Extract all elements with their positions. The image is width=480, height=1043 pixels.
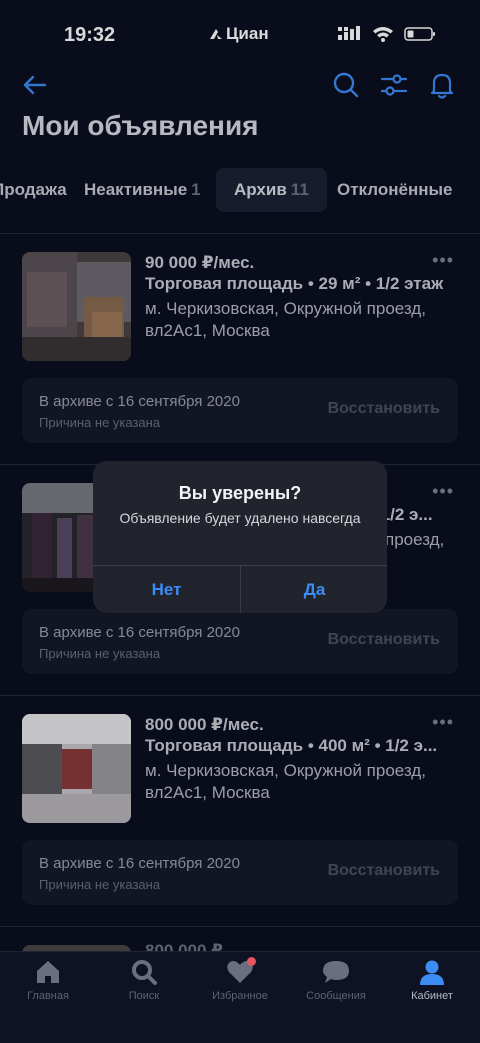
tabbar-item-search[interactable]: Поиск (96, 958, 192, 1002)
tab-archive[interactable]: Архив 11 (216, 168, 327, 212)
listing-price: 90 000 ₽/мес. (145, 253, 255, 272)
archived-date: В архиве с 16 сентября 2020 (39, 855, 240, 872)
tabbar-item-cabinet[interactable]: Кабинет (384, 958, 480, 1002)
confirm-dialog: Вы уверены? Объявление будет удалено нав… (93, 461, 387, 613)
dialog-title: Вы уверены? (178, 483, 302, 503)
listing-description: Торговая площадь • 29 м² • 1/2 этаж (145, 274, 444, 293)
status-time: 19:32 (64, 24, 116, 46)
status-bar: 19:32 Циан (0, 0, 480, 70)
search-icon (333, 72, 359, 98)
listing-photo-image (22, 714, 131, 823)
tabbar-label: Избранное (212, 990, 268, 1002)
listing-address: проезд, (385, 530, 445, 549)
tabbar-item-favorites[interactable]: Избранное (192, 957, 288, 1002)
archived-date: В архиве с 16 сентября 2020 (39, 624, 240, 641)
more-options-icon[interactable]: ••• (432, 712, 454, 733)
tabbar-label: Сообщения (306, 990, 366, 1002)
listing-description: Торговая площадь • 400 м² • 1/2 э... (145, 736, 438, 755)
search-icon (132, 960, 157, 985)
restore-button[interactable]: Восстановить (328, 400, 440, 418)
archive-info: В архиве с 16 сентября 2020 Причина не у… (22, 378, 458, 443)
archive-reason: Причина не указана (39, 646, 161, 661)
bottom-tab-bar: Главная Поиск Избранное Сообщения Кабине… (0, 951, 480, 1043)
archive-reason: Причина не указана (39, 877, 161, 892)
wifi-icon (373, 27, 393, 42)
status-brand: Циан (208, 24, 269, 44)
tab-inactive[interactable]: Неактивные 1 (84, 168, 201, 212)
favorites-badge (247, 957, 256, 966)
filters-icon (380, 74, 408, 96)
listing-address: м. Черкизовская, Окружной проезд, вл2Ас1… (145, 299, 426, 340)
tab-rejected[interactable]: Отклонённые (337, 168, 452, 212)
profile-icon (420, 960, 444, 985)
cian-logo-icon (210, 29, 222, 39)
tab-label: Продажа (0, 180, 67, 199)
archived-date: В архиве с 16 сентября 2020 (39, 393, 240, 410)
tab-count: 11 (290, 180, 309, 199)
tabbar-label: Кабинет (411, 990, 453, 1002)
more-options-icon[interactable]: ••• (432, 250, 454, 271)
battery-icon (404, 27, 435, 41)
tab-label: Архив (234, 180, 287, 199)
chat-icon (323, 961, 349, 983)
restore-button[interactable]: Восстановить (328, 631, 440, 649)
filters-button[interactable] (380, 70, 408, 100)
tabbar-item-messages[interactable]: Сообщения (288, 958, 384, 1002)
tabbar-item-home[interactable]: Главная (0, 958, 96, 1002)
dialog-no-button[interactable]: Нет (93, 566, 240, 613)
listing-card[interactable]: 90 000 ₽/мес. Торговая площадь • 29 м² •… (0, 233, 480, 464)
archive-info: В архиве с 16 сентября 2020 Причина не у… (22, 609, 458, 674)
cellular-signal-icon (338, 26, 360, 40)
tab-label: Отклонённые (337, 180, 453, 199)
listing-price: 800 000 ₽/мес. (145, 715, 264, 734)
listing-card[interactable]: 800 000 ₽/мес. Торговая площадь • 400 м²… (0, 695, 480, 926)
listing-tabs: Продажа Неактивные1 Архив11 Отклонённые (0, 168, 480, 212)
listing-photo-image (22, 252, 131, 361)
search-button[interactable] (332, 70, 360, 100)
restore-button[interactable]: Восстановить (328, 862, 440, 880)
more-options-icon[interactable]: ••• (432, 481, 454, 502)
tab-sale[interactable]: Продажа (0, 168, 67, 212)
dialog-message: Объявление будет удалено навсегда (119, 510, 361, 526)
archive-info: В архиве с 16 сентября 2020 Причина не у… (22, 840, 458, 905)
tabbar-label: Поиск (128, 990, 160, 1002)
nav-actions (332, 70, 456, 100)
arrow-left-icon (23, 75, 47, 95)
tab-label: Неактивные (84, 180, 188, 199)
listing-photo[interactable] (22, 252, 131, 361)
heart-icon-wrap (226, 957, 256, 986)
listing-address: м. Черкизовская, Окружной проезд, вл2Ас1… (145, 761, 426, 802)
tab-count: 1 (191, 180, 201, 199)
tabbar-label: Главная (27, 990, 69, 1002)
dialog-yes-button[interactable]: Да (241, 566, 387, 613)
nav-bar (0, 68, 480, 102)
page-title: Мои объявления (22, 110, 259, 141)
listing-photo[interactable] (22, 714, 131, 823)
status-icons (338, 26, 436, 42)
status-brand-label: Циан (226, 24, 269, 43)
bell-icon (430, 73, 454, 99)
notifications-button[interactable] (428, 70, 456, 100)
back-button[interactable] (20, 70, 52, 100)
archive-reason: Причина не указана (39, 415, 161, 430)
home-icon (37, 961, 59, 983)
